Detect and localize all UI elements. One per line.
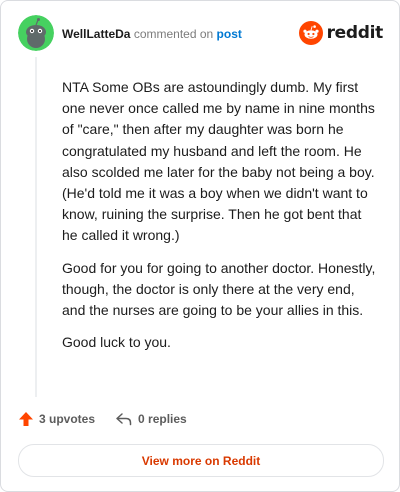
- view-more-button[interactable]: View more on Reddit: [18, 444, 384, 477]
- comment-paragraph: NTA Some OBs are astoundingly dumb. My f…: [62, 79, 375, 244]
- snoo-avatar-icon: [18, 15, 54, 51]
- reply-arrow-icon[interactable]: [115, 411, 133, 427]
- user-avatar[interactable]: [18, 15, 54, 51]
- post-link[interactable]: post: [217, 27, 242, 41]
- comment-paragraph: Good luck to you.: [62, 334, 171, 351]
- thread-line: [35, 57, 37, 397]
- comment-embed-card: WellLatteDa commented on post reddit NTA…: [0, 0, 400, 492]
- reddit-logo[interactable]: reddit: [298, 21, 384, 45]
- comment-body: NTA Some OBs are astoundingly dumb. My f…: [62, 77, 378, 364]
- reply-count: 0 replies: [138, 412, 187, 426]
- upvote-count: 3 upvotes: [39, 412, 96, 426]
- reply-action[interactable]: 0 replies: [115, 411, 187, 427]
- reddit-snoo-icon: [298, 21, 323, 45]
- upvote-arrow-icon[interactable]: [18, 411, 34, 427]
- upvote-action[interactable]: 3 upvotes: [18, 411, 95, 427]
- comment-actions: 3 upvotes 0 replies: [18, 411, 207, 427]
- comment-header: WellLatteDa commented on post: [62, 26, 242, 42]
- username-link[interactable]: WellLatteDa: [62, 27, 130, 41]
- comment-paragraph: Good for you for going to another doctor…: [62, 259, 376, 319]
- commented-on-text: commented on: [133, 27, 214, 41]
- reddit-wordmark: reddit: [326, 23, 384, 43]
